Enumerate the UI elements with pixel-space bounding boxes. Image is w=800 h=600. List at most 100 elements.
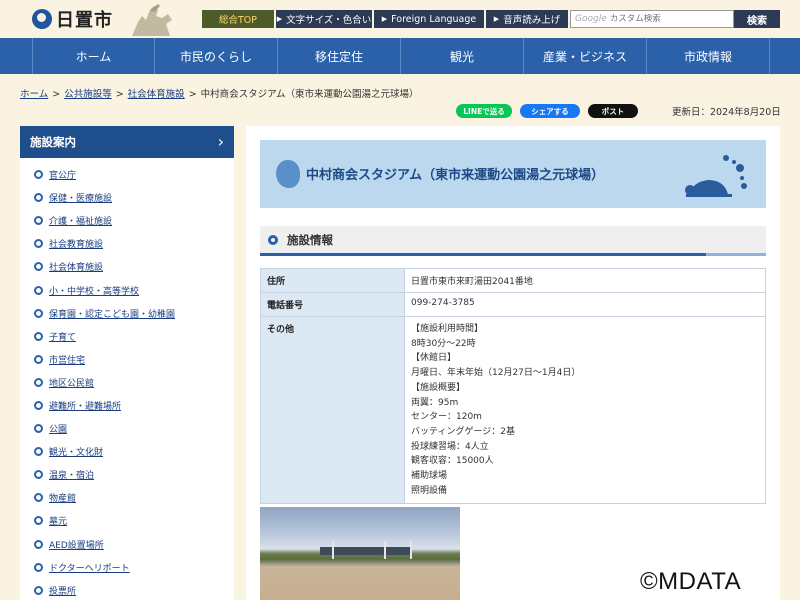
- nav-item-tourism[interactable]: 観光: [401, 38, 524, 74]
- circle-bullet-icon: [34, 539, 43, 549]
- sidebar-list: 官公庁 保健・医療施設 介護・福祉施設 社会教育施設 社会体育施設 小・中学校・…: [20, 158, 234, 600]
- light-pole-shape: [410, 541, 412, 559]
- breadcrumb-separator: >: [115, 89, 124, 100]
- section-heading: 施設情報: [260, 226, 766, 256]
- google-label: Google: [575, 14, 607, 24]
- breadcrumb-link-public-facilities[interactable]: 公共施設等: [64, 89, 112, 100]
- sidebar-link[interactable]: 保健・医療施設: [49, 191, 112, 204]
- circle-bullet-icon: [34, 193, 43, 203]
- sidebar-item[interactable]: 市営住宅: [20, 348, 234, 371]
- circle-bullet-icon: [34, 262, 43, 272]
- sidebar-item[interactable]: 保育園・認定こども園・幼稚園: [20, 302, 234, 325]
- sidebar-item[interactable]: 避難所・避難場所: [20, 394, 234, 417]
- sidebar-item[interactable]: 社会教育施設: [20, 232, 234, 255]
- sidebar-item[interactable]: 社会体育施設: [20, 255, 234, 278]
- line-share-button[interactable]: LINEで送る: [456, 104, 512, 118]
- page-title: 中村商会スタジアム（東市来運動公園湯之元球場）: [306, 168, 605, 183]
- light-pole-shape: [332, 541, 334, 559]
- sidebar-item[interactable]: 観光・文化財: [20, 440, 234, 463]
- site-logo[interactable]: 日置市: [32, 6, 113, 32]
- sidebar-item[interactable]: 介護・福祉施設: [20, 209, 234, 232]
- chevron-right-icon: ›: [217, 132, 224, 151]
- sidebar-link[interactable]: 投票所: [49, 584, 76, 597]
- other-line: 補助球場: [411, 471, 448, 482]
- search-field[interactable]: Google: [570, 10, 734, 28]
- nav-item-migration[interactable]: 移住定住: [278, 38, 401, 74]
- sidebar-link[interactable]: 避難所・避難場所: [49, 399, 121, 412]
- sidebar: 施設案内 › 官公庁 保健・医療施設 介護・福祉施設 社会教育施設 社会体育施設…: [20, 126, 234, 600]
- sidebar-link[interactable]: 物産館: [49, 491, 76, 504]
- other-line: 8時30分～22時: [411, 338, 476, 349]
- sidebar-item[interactable]: AED設置場所: [20, 533, 234, 556]
- sidebar-link[interactable]: 小・中学校・高等学校: [49, 284, 139, 297]
- sidebar-item[interactable]: 温泉・宿泊: [20, 463, 234, 486]
- sidebar-item[interactable]: 墓元: [20, 509, 234, 532]
- other-line: 照明設備: [411, 485, 448, 496]
- breadcrumb-link-home[interactable]: ホーム: [20, 89, 48, 100]
- circle-bullet-icon: [34, 447, 43, 457]
- heading-accent: [706, 253, 766, 256]
- city-emblem-icon: [32, 9, 52, 29]
- phone-label: 電話番号: [260, 292, 405, 317]
- top-button-home[interactable]: 総合TOP: [202, 10, 274, 28]
- circle-bullet-icon: [34, 354, 43, 364]
- sidebar-title[interactable]: 施設案内 ›: [20, 126, 234, 158]
- nav-item-home[interactable]: ホーム: [32, 38, 155, 74]
- sidebar-link[interactable]: ドクターヘリポート: [49, 561, 130, 574]
- sidebar-item[interactable]: ドクターヘリポート: [20, 556, 234, 579]
- sidebar-item[interactable]: 地区公民館: [20, 371, 234, 394]
- search-button[interactable]: 検索: [734, 10, 780, 28]
- sidebar-item[interactable]: 公園: [20, 417, 234, 440]
- updated-date: 更新日：2024年8月20日: [672, 107, 781, 118]
- blob-decoration-icon: [276, 160, 300, 188]
- sidebar-link[interactable]: 社会教育施設: [49, 237, 103, 250]
- table-row: 電話番号 099-274-3785: [260, 292, 766, 317]
- sidebar-link[interactable]: 墓元: [49, 514, 67, 527]
- main-content: 中村商会スタジアム（東市来運動公園湯之元球場） 施設情報 住所 日置市東市来町湯…: [246, 126, 780, 600]
- top-button-label: 文字サイズ・色合い: [286, 15, 372, 26]
- arrow-right-icon: ▶: [381, 15, 388, 23]
- x-post-button[interactable]: ポスト: [588, 104, 638, 118]
- sidebar-link[interactable]: 市営住宅: [49, 353, 85, 366]
- sidebar-link[interactable]: 地区公民館: [49, 376, 94, 389]
- foreign-language-button[interactable]: ▶ Foreign Language: [374, 10, 484, 28]
- page-title-banner: 中村商会スタジアム（東市来運動公園湯之元球場）: [260, 140, 766, 208]
- other-label: その他: [260, 315, 405, 505]
- sidebar-item[interactable]: 物産館: [20, 486, 234, 509]
- circle-bullet-icon: [34, 170, 43, 180]
- other-line: 投球練習場：4人立: [411, 441, 489, 452]
- circle-bullet-icon: [34, 308, 43, 318]
- sidebar-link[interactable]: 社会体育施設: [49, 260, 103, 273]
- sidebar-item[interactable]: 保健・医療施設: [20, 186, 234, 209]
- circle-bullet-icon: [34, 562, 43, 572]
- circle-bullet-icon: [34, 377, 43, 387]
- sidebar-item[interactable]: 小・中学校・高等学校: [20, 278, 234, 301]
- nav-item-city-info[interactable]: 市政情報: [647, 38, 770, 74]
- circle-bullet-icon: [34, 470, 43, 480]
- circle-bullet-icon: [34, 585, 43, 595]
- sidebar-link[interactable]: AED設置場所: [49, 538, 104, 551]
- other-value: 【施設利用時間】 8時30分～22時 【休館日】 月曜日、年末年始（12月27日…: [404, 315, 766, 505]
- sidebar-link[interactable]: 公園: [49, 422, 67, 435]
- sidebar-link[interactable]: 介護・福祉施設: [49, 214, 112, 227]
- arrow-right-icon: ▶: [493, 15, 500, 23]
- breadcrumb-link-sports-facilities[interactable]: 社会体育施設: [128, 89, 185, 100]
- sidebar-item[interactable]: 官公庁: [20, 163, 234, 186]
- circle-marker-icon: [268, 234, 278, 245]
- sidebar-link[interactable]: 保育園・認定こども園・幼稚園: [49, 307, 175, 320]
- nav-item-living[interactable]: 市民のくらし: [155, 38, 278, 74]
- search-input[interactable]: [609, 14, 720, 24]
- circle-bullet-icon: [34, 400, 43, 410]
- font-size-color-button[interactable]: ▶ 文字サイズ・色合い: [276, 10, 372, 28]
- read-aloud-button[interactable]: ▶ 音声読み上げ: [486, 10, 568, 28]
- circle-bullet-icon: [34, 331, 43, 341]
- sidebar-link[interactable]: 温泉・宿泊: [49, 468, 94, 481]
- sidebar-item[interactable]: 子育て: [20, 325, 234, 348]
- sidebar-link[interactable]: 観光・文化財: [49, 445, 103, 458]
- sidebar-link[interactable]: 子育て: [49, 330, 76, 343]
- circle-bullet-icon: [34, 424, 43, 434]
- sidebar-link[interactable]: 官公庁: [49, 168, 76, 181]
- sidebar-item[interactable]: 投票所: [20, 579, 234, 600]
- nav-item-business[interactable]: 産業・ビジネス: [524, 38, 647, 74]
- facebook-share-button[interactable]: シェアする: [520, 104, 580, 118]
